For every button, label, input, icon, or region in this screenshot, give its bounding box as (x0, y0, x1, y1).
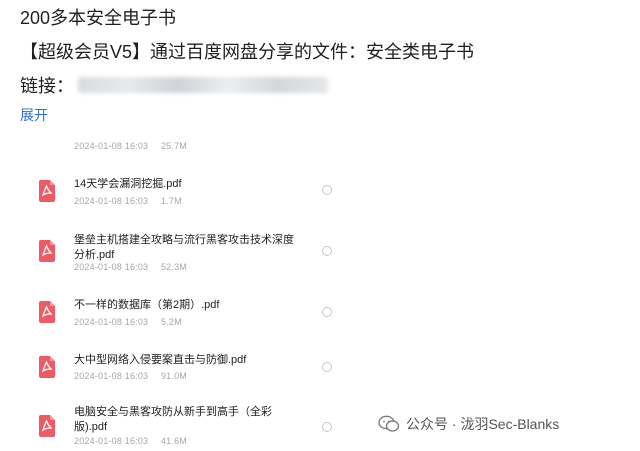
blurred-link[interactable] (78, 77, 328, 93)
pdf-file-icon (39, 301, 55, 323)
file-name: 堡垒主机搭建全攻略与流行黑客攻击技术深度分析.pdf (74, 234, 294, 261)
file-size: 1.7M (160, 196, 182, 206)
file-name: 大中型网络入侵要案直击与防御.pdf (74, 354, 247, 366)
share-description: 【超级会员V5】通过百度网盘分享的文件：安全类电子书 (20, 42, 475, 62)
file-size: 52.3M (160, 262, 187, 272)
expand-button[interactable]: 展开 (20, 105, 48, 125)
file-name: 14天学会漏洞挖掘.pdf (74, 178, 182, 190)
file-size: 25.7M (160, 141, 187, 151)
watermark: 公众号 · 泷羽Sec-Blanks (378, 414, 559, 434)
watermark-text: 公众号 · 泷羽Sec-Blanks (406, 416, 560, 432)
file-meta: 2024-01-08 16:03 5.2M (74, 317, 182, 327)
file-item[interactable]: 14天学会漏洞挖掘.pdf 2024-01-08 16:03 1.7M (0, 172, 640, 214)
post-title: 200多本安全电子书 (20, 8, 177, 28)
wechat-icon (378, 415, 400, 432)
file-meta: 2024-01-08 16:03 91.0M (74, 371, 187, 381)
file-date: 2024-01-08 16:03 (74, 436, 149, 446)
file-date: 2024-01-08 16:03 (74, 317, 149, 327)
select-radio[interactable] (322, 422, 332, 432)
link-label: 链接： (20, 76, 74, 96)
file-date: 2024-01-08 16:03 (74, 141, 149, 151)
file-meta-partial: 2024-01-08 16:03 25.7M (74, 141, 187, 151)
file-name: 电脑安全与黑客攻防从新手到高手（全彩版).pdf (74, 406, 272, 433)
file-meta: 2024-01-08 16:03 1.7M (74, 196, 182, 206)
pdf-file-icon (39, 356, 55, 378)
file-item[interactable]: 大中型网络入侵要案直击与防御.pdf 2024-01-08 16:03 91.0… (0, 348, 640, 388)
file-size: 91.0M (160, 371, 187, 381)
select-radio[interactable] (322, 307, 332, 317)
select-radio[interactable] (322, 185, 332, 195)
file-date: 2024-01-08 16:03 (74, 262, 149, 272)
file-meta: 2024-01-08 16:03 52.3M (74, 262, 187, 272)
file-size: 41.6M (160, 436, 187, 446)
select-radio[interactable] (322, 246, 332, 256)
select-radio[interactable] (322, 362, 332, 372)
file-date: 2024-01-08 16:03 (74, 371, 149, 381)
file-name: 不一样的数据库（第2期）.pdf (74, 299, 220, 311)
file-meta: 2024-01-08 16:03 41.6M (74, 436, 187, 446)
file-size: 5.2M (160, 317, 182, 327)
file-item[interactable]: 堡垒主机搭建全攻略与流行黑客攻击技术深度分析.pdf 2024-01-08 16… (0, 228, 640, 276)
pdf-file-icon (39, 180, 55, 202)
share-link-row: 链接： (20, 72, 328, 98)
pdf-file-icon (39, 415, 55, 437)
file-date: 2024-01-08 16:03 (74, 196, 149, 206)
pdf-file-icon (39, 240, 55, 262)
file-item[interactable]: 不一样的数据库（第2期）.pdf 2024-01-08 16:03 5.2M (0, 293, 640, 333)
